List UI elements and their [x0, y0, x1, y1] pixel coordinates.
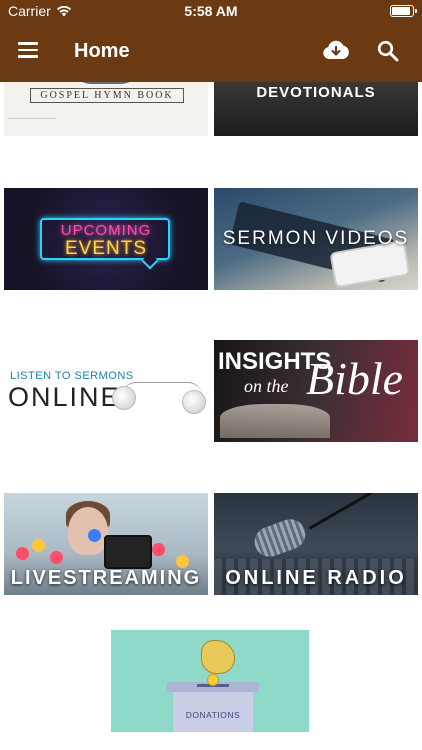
listen-label-line2: ONLINE [8, 382, 121, 412]
livestreaming-tile[interactable]: LIVESTREAMING [4, 493, 208, 595]
sermon-videos-tile[interactable]: SERMON VIDEOS [214, 188, 418, 290]
listen-label-line1: LISTEN TO SERMONS [10, 370, 134, 382]
listen-online-tile[interactable]: LISTEN TO SERMONS ONLINE [4, 340, 208, 442]
heart-reaction-icon [16, 547, 29, 560]
mic-arm-image [308, 493, 380, 530]
sermon-videos-label: SERMON VIDEOS [222, 228, 410, 249]
devotionals-label: DEVOTIONALS [256, 84, 376, 101]
battery-icon [390, 5, 417, 17]
phone-on-tripod-image [104, 535, 152, 569]
online-radio-label: ONLINE RADIO [225, 567, 407, 589]
donations-tile[interactable]: DONATIONS [111, 630, 309, 732]
earphone-icon [112, 386, 136, 410]
hamburger-menu-icon[interactable] [18, 42, 38, 58]
like-reaction-icon [88, 529, 101, 542]
status-bar: Carrier 5:58 AM [0, 0, 422, 22]
hymn-book-label: GOSPEL HYMN BOOK [30, 88, 184, 103]
events-label-line2: EVENTS [64, 238, 148, 259]
online-radio-tile[interactable]: ONLINE RADIO [214, 493, 418, 595]
donations-label: DONATIONS [185, 710, 241, 720]
devotionals-tile[interactable]: DEVOTIONALS [214, 82, 418, 136]
coin-icon [207, 674, 219, 686]
cloud-download-icon[interactable] [322, 39, 350, 61]
heart-reaction-icon [50, 551, 63, 564]
heart-reaction-icon [152, 543, 165, 556]
status-time: 5:58 AM [184, 3, 238, 19]
microphone-image [250, 515, 310, 561]
streamer-image [68, 507, 108, 555]
home-grid: GOSPEL HYMN BOOK DEVOTIONALS UPCOMING EV… [0, 82, 422, 750]
earphone-icon [182, 390, 206, 414]
top-app-bar: Home [0, 22, 422, 82]
upcoming-events-tile[interactable]: UPCOMING EVENTS [4, 188, 208, 290]
open-bible-image [220, 404, 330, 438]
events-label-line1: UPCOMING [60, 222, 152, 239]
smile-reaction-icon [32, 539, 45, 552]
search-icon[interactable] [377, 40, 399, 62]
hand-icon [201, 640, 235, 674]
page-title: Home [74, 40, 130, 62]
gospel-hymn-book-tile[interactable]: GOSPEL HYMN BOOK [4, 82, 208, 136]
insights-label-word2: on the [244, 376, 289, 396]
insights-on-the-bible-tile[interactable]: INSIGHTS on the Bible [214, 340, 418, 442]
insights-label-word3: Bible [306, 353, 404, 404]
livestreaming-label: LIVESTREAMING [10, 567, 202, 589]
